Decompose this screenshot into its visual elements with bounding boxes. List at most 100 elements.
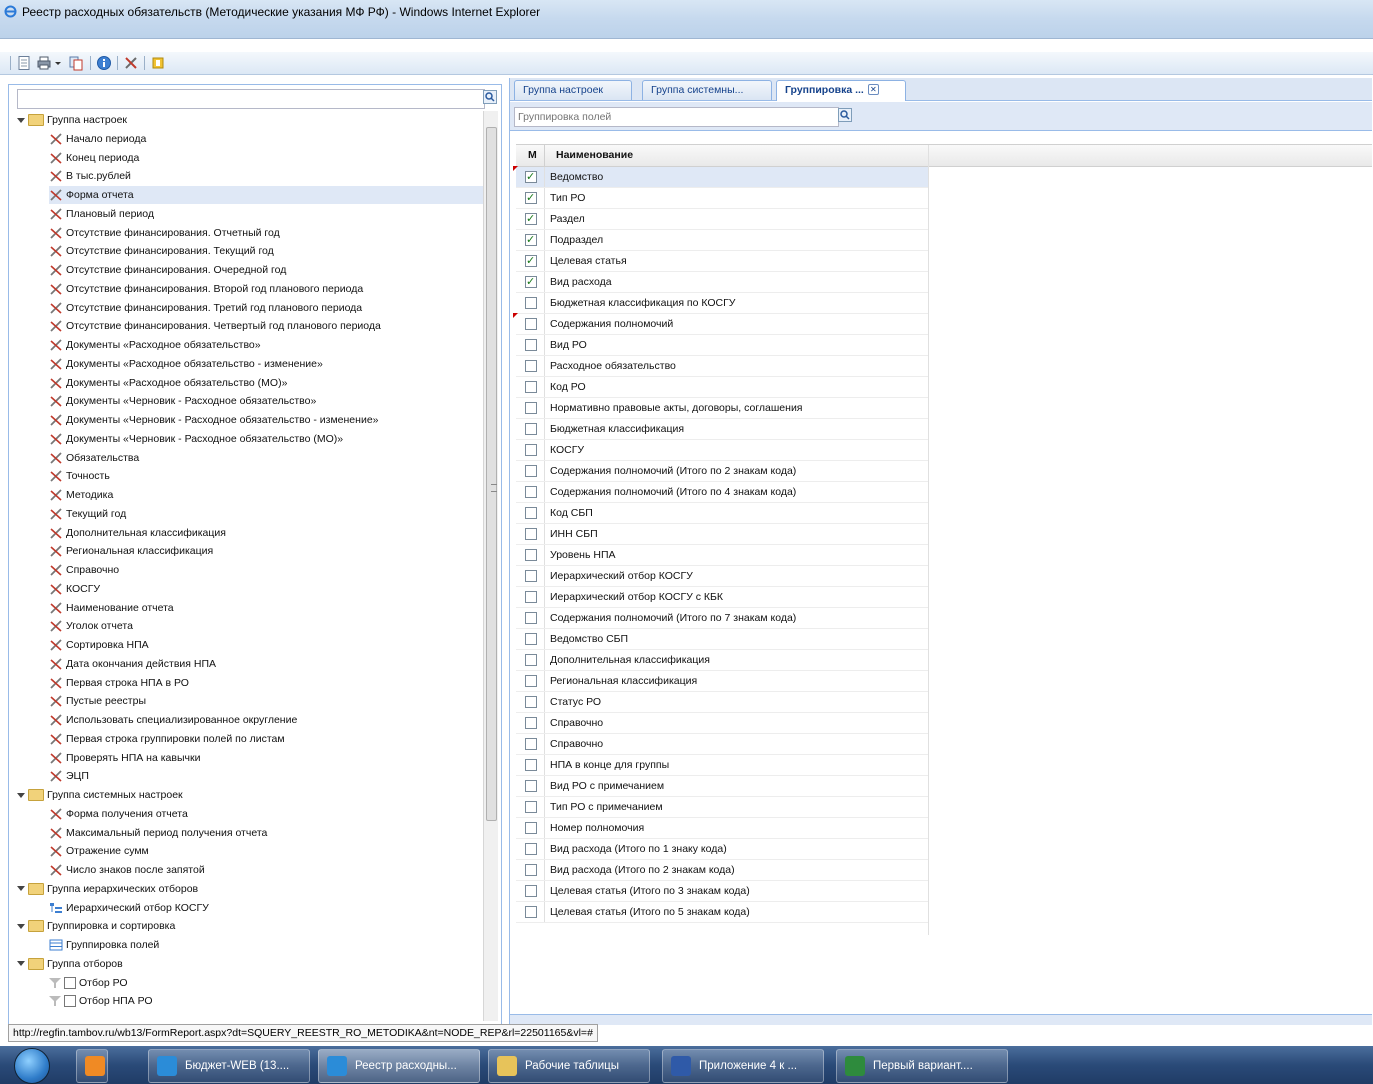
tree-item[interactable]: Методика [49,486,483,504]
table-row[interactable]: Содержания полномочий (Итого по 4 знакам… [516,482,928,503]
row-checkbox[interactable] [525,423,537,435]
taskbar-item[interactable] [76,1049,108,1083]
tree-item[interactable]: Начало периода [49,130,483,148]
tree-item[interactable]: Первая строка группировки полей по листа… [49,730,483,748]
row-checkbox[interactable] [525,339,537,351]
tree-item[interactable]: Отсутствие финансирования. Очередной год [49,261,483,279]
row-checkbox[interactable] [525,738,537,750]
tree-group[interactable]: Группировка и сортировка [17,917,483,935]
scrollbar-thumb[interactable] [486,127,497,821]
tree-item[interactable]: Отбор НПА РО [49,992,483,1010]
table-row[interactable]: Содержания полномочий [513,313,928,335]
row-checkbox[interactable] [525,444,537,456]
tree-item[interactable]: Отсутствие финансирования. Второй год пл… [49,280,483,298]
start-button[interactable] [14,1048,50,1084]
tree-item[interactable]: Число знаков после запятой [49,861,483,879]
table-row[interactable]: Код РО [516,377,928,398]
row-checkbox[interactable] [525,486,537,498]
expand-arrow-icon[interactable] [17,961,25,967]
table-row[interactable]: Код СБП [516,503,928,524]
table-row[interactable]: Целевая статья [516,251,928,272]
tree-item[interactable]: Обязательства [49,449,483,467]
row-checkbox[interactable] [525,864,537,876]
row-checkbox[interactable] [525,633,537,645]
table-row[interactable]: Тип РО [516,188,928,209]
table-row[interactable]: ИНН СБП [516,524,928,545]
tree-item[interactable]: Отсутствие финансирования. Четвертый год… [49,317,483,335]
table-row[interactable]: Ведомство [513,166,928,188]
tree-item[interactable]: Пустые реестры [49,692,483,710]
row-checkbox[interactable] [525,780,537,792]
tree-item[interactable]: Форма получения отчета [49,805,483,823]
tree-item[interactable]: Справочно [49,561,483,579]
filter-checkbox[interactable] [64,976,76,989]
taskbar-item[interactable]: Рабочие таблицы [488,1049,650,1083]
tree-item[interactable]: Документы «Расходное обязательство» [49,336,483,354]
taskbar-item[interactable]: Приложение 4 к ... [662,1049,824,1083]
taskbar-item[interactable]: Бюджет-WEB (13.... [148,1049,310,1083]
tab-grouping[interactable]: Группировка ... ✕ [776,80,906,101]
table-row[interactable]: Подраздел [516,230,928,251]
row-checkbox[interactable] [525,297,537,309]
table-row[interactable]: Раздел [516,209,928,230]
table-row[interactable]: Вид расхода (Итого по 1 знаку кода) [516,839,928,860]
expand-arrow-icon[interactable] [17,886,25,892]
row-checkbox[interactable] [525,906,537,918]
row-checkbox[interactable] [525,675,537,687]
tree-item[interactable]: Документы «Черновик - Расходное обязател… [49,430,483,448]
table-row[interactable]: Расходное обязательство [516,356,928,377]
table-row[interactable]: Номер полномочия [516,818,928,839]
tree-item[interactable]: ЭЦП [49,767,483,785]
table-row[interactable]: Вид расхода [516,272,928,293]
row-checkbox[interactable] [525,717,537,729]
table-row[interactable]: НПА в конце для группы [516,755,928,776]
column-header-mark[interactable]: М [528,145,537,166]
tree-item[interactable]: Плановый период [49,205,483,223]
expand-arrow-icon[interactable] [17,792,25,798]
table-row[interactable]: Иерархический отбор КОСГУ с КБК [516,587,928,608]
table-row[interactable]: Вид РО с примечанием [516,776,928,797]
tree-item[interactable]: Использовать специализированное округлен… [49,711,483,729]
close-tab-icon[interactable]: ✕ [867,84,879,95]
tree-item[interactable]: КОСГУ [49,580,483,598]
row-checkbox[interactable] [525,230,537,250]
row-checkbox[interactable] [525,318,537,330]
tree-item[interactable]: Первая строка НПА в РО [49,674,483,692]
table-row[interactable]: Бюджетная классификация по КОСГУ [516,293,928,314]
tree-item[interactable]: Отражение сумм [49,842,483,860]
tree-item[interactable]: Отсутствие финансирования. Отчетный год [49,224,483,242]
row-checkbox[interactable] [525,167,537,187]
row-checkbox[interactable] [525,402,537,414]
taskbar-item[interactable]: Первый вариант.... [836,1049,1008,1083]
row-checkbox[interactable] [525,759,537,771]
row-checkbox[interactable] [525,654,537,666]
table-row[interactable]: Статус РО [516,692,928,713]
tree-group[interactable]: Группа настроек [17,111,483,129]
tree-item[interactable]: Проверять НПА на кавычки [49,749,483,767]
dropdown-arrow-icon[interactable] [53,55,63,71]
row-checkbox[interactable] [525,188,537,208]
tree-group[interactable]: Группа системных настроек [17,786,483,804]
table-row[interactable]: КОСГУ [516,440,928,461]
tree-item[interactable]: Максимальный период получения отчета [49,824,483,842]
tree-item[interactable]: Уголок отчета [49,617,483,635]
table-row[interactable]: Тип РО с примечанием [516,797,928,818]
row-checkbox[interactable] [525,507,537,519]
row-checkbox[interactable] [525,549,537,561]
taskbar-item[interactable]: Реестр расходны... [318,1049,480,1083]
tools-icon[interactable] [123,55,139,71]
filter-checkbox[interactable] [64,995,76,1008]
table-row[interactable]: Содержания полномочий (Итого по 2 знакам… [516,461,928,482]
row-checkbox[interactable] [525,570,537,582]
tree-item[interactable]: Дата окончания действия НПА [49,655,483,673]
tree-group[interactable]: Группа иерархических отборов [17,880,483,898]
search-icon[interactable] [838,108,852,122]
row-checkbox[interactable] [525,612,537,624]
copy-icon[interactable] [68,55,84,71]
row-checkbox[interactable] [525,360,537,372]
table-row[interactable]: Вид РО [516,335,928,356]
table-row[interactable]: Иерархический отбор КОСГУ [516,566,928,587]
tree-item[interactable]: Иерархический отбор КОСГУ [49,899,483,917]
tree-item[interactable]: Документы «Черновик - Расходное обязател… [49,392,483,410]
tree-item[interactable]: Текущий год [49,505,483,523]
